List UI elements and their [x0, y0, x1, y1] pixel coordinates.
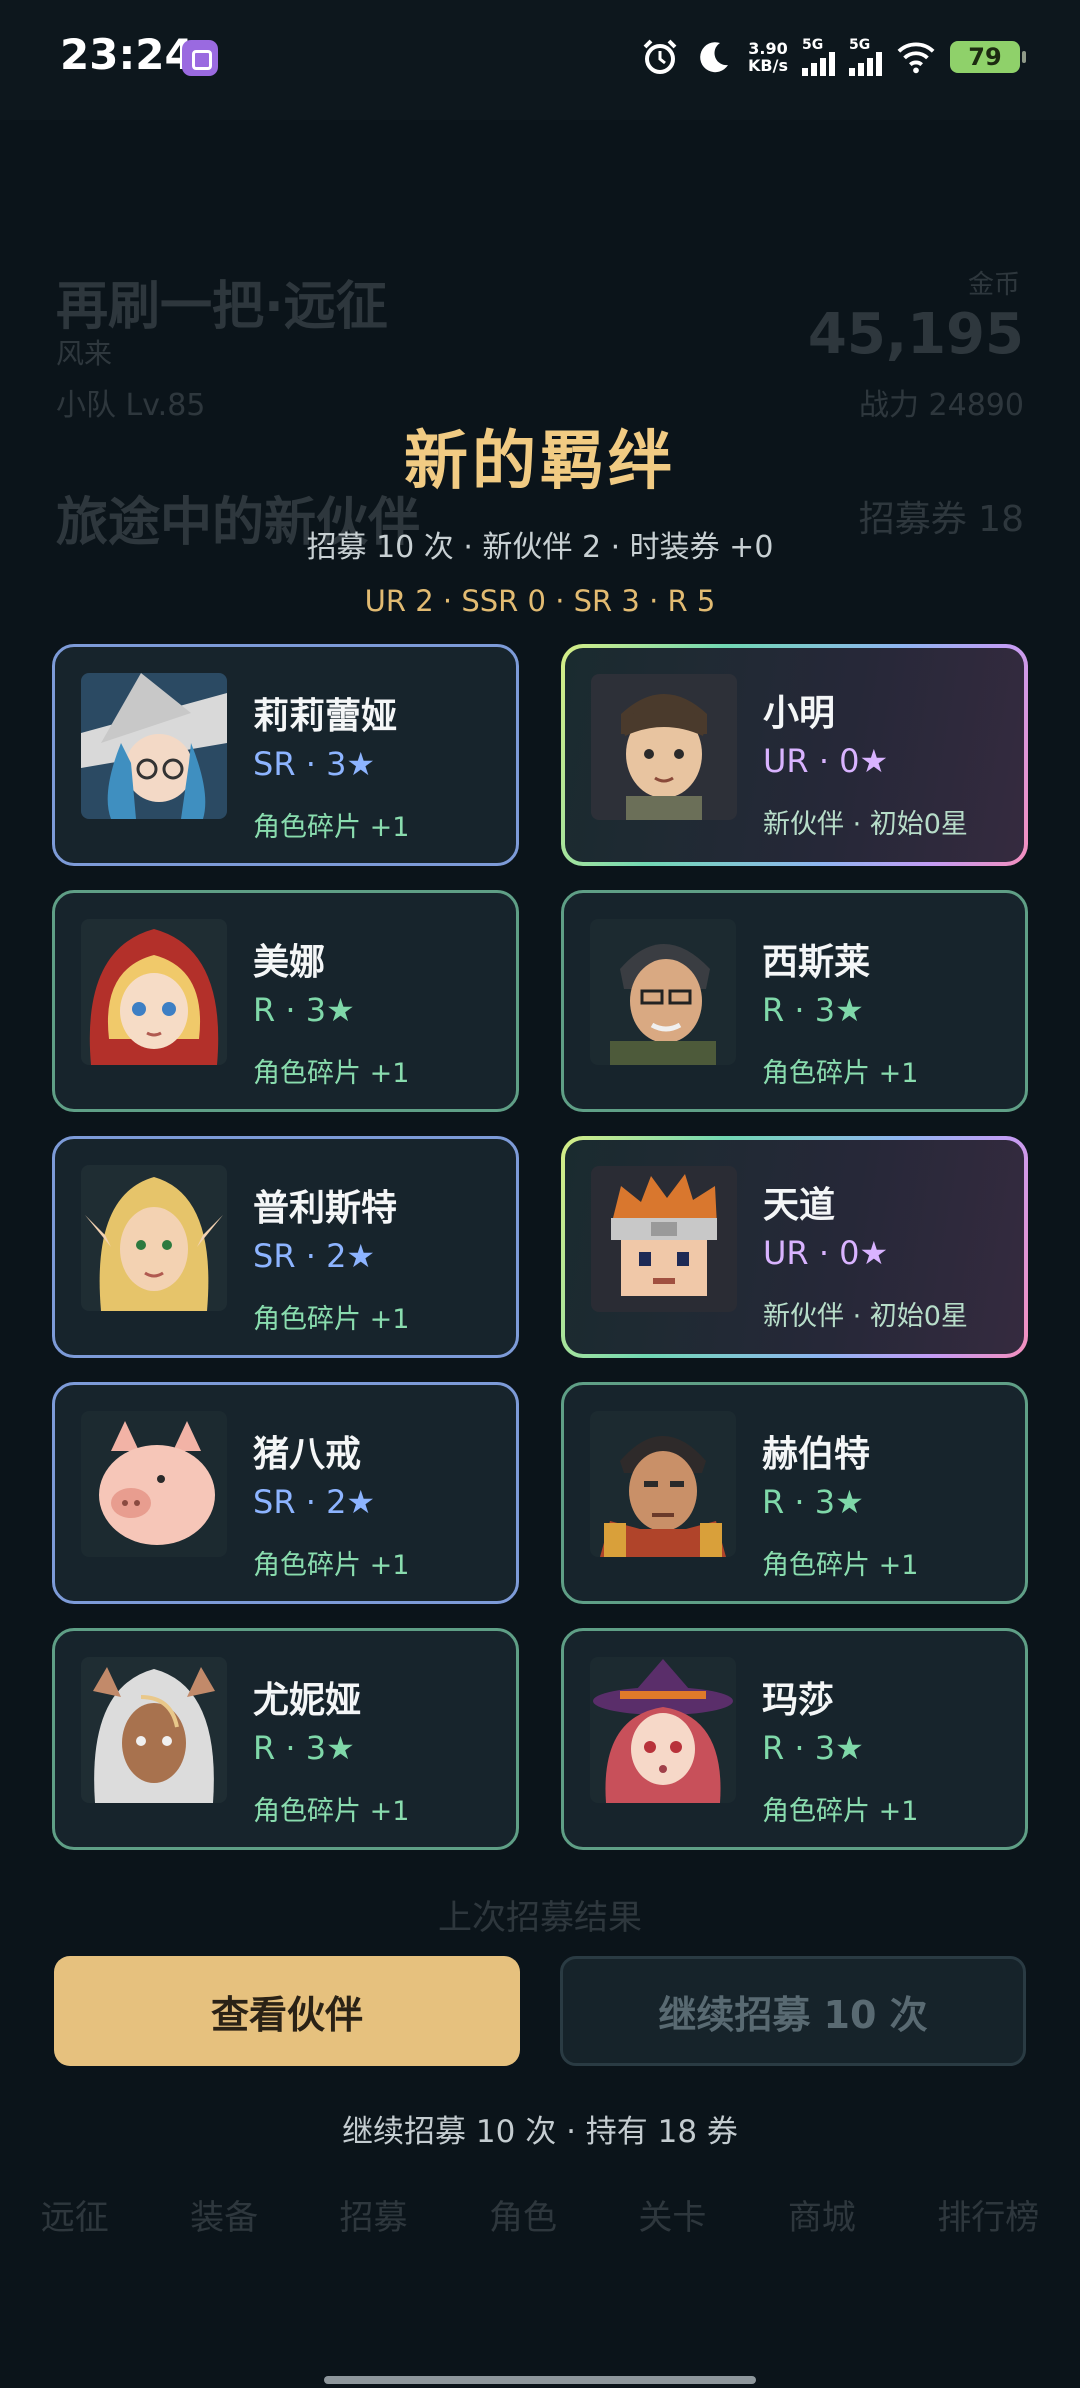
- partner-name: 美娜: [253, 942, 326, 983]
- partner-name: 天道: [763, 1185, 836, 1226]
- glasses-man-portrait-icon: [590, 919, 736, 1065]
- signal-sim1: 5G: [802, 38, 835, 76]
- bg-bottom-nav: 远征 装备 招募 角色 关卡 商城 排行榜: [0, 2190, 1080, 2239]
- partner-note: 角色碎片 +1: [253, 1304, 410, 1335]
- partner-card[interactable]: 西斯莱 R · 3★ 角色碎片 +1: [561, 890, 1028, 1112]
- partner-name: 莉莉蕾娅: [253, 696, 398, 737]
- white-hair-girl-portrait-icon: [81, 1657, 227, 1803]
- bg-title: 再刷一把·远征: [56, 277, 388, 337]
- partner-name: 玛莎: [762, 1680, 835, 1721]
- partner-note: 角色碎片 +1: [253, 812, 410, 843]
- partner-name: 猪八戒: [253, 1434, 362, 1475]
- partner-rank: R · 3★: [762, 991, 864, 1029]
- partner-card[interactable]: 尤妮娅 R · 3★ 角色碎片 +1: [52, 1628, 519, 1850]
- hood-girl-portrait-icon: [81, 919, 227, 1065]
- bg-last-result: 上次招募结果: [438, 1898, 642, 1938]
- partner-card[interactable]: 普利斯特 SR · 2★ 角色碎片 +1: [52, 1136, 519, 1358]
- partner-rank: SR · 3★: [253, 745, 376, 783]
- partner-rank: SR · 2★: [253, 1237, 376, 1275]
- signal-bars-icon: [849, 52, 882, 76]
- partner-name: 尤妮娅: [253, 1680, 362, 1721]
- status-bar: 23:24 3.90 KB/s 5G 5G 79: [0, 0, 1080, 120]
- partner-rank: R · 3★: [253, 991, 355, 1029]
- partner-note: 角色碎片 +1: [253, 1796, 410, 1827]
- moon-icon: [694, 37, 734, 77]
- view-partners-button[interactable]: 查看伙伴: [54, 1956, 520, 2066]
- modal-title: 新的羁绊: [404, 425, 676, 499]
- partner-note: 角色碎片 +1: [253, 1550, 410, 1581]
- partner-note: 角色碎片 +1: [253, 1058, 410, 1089]
- bg-gold: 45,195: [807, 302, 1024, 367]
- partner-rank: R · 3★: [762, 1729, 864, 1767]
- partner-card[interactable]: 玛莎 R · 3★ 角色碎片 +1: [561, 1628, 1028, 1850]
- partner-name: 普利斯特: [253, 1188, 398, 1229]
- recruit-summary: 招募 10 次 · 新伙伴 2 · 时装券 +0: [306, 530, 774, 565]
- partner-name: 赫伯特: [762, 1434, 871, 1475]
- partner-card[interactable]: 猪八戒 SR · 2★ 角色碎片 +1: [52, 1382, 519, 1604]
- result-card-grid: 莉莉蕾娅 SR · 3★ 角色碎片 +1 小明 UR · 0★ 新伙伴 · 初始…: [52, 644, 1028, 1850]
- bg-nav-item: 远征: [40, 2198, 109, 2238]
- partner-rank: UR · 0★: [763, 1234, 889, 1272]
- bg-nav-item: 装备: [190, 2198, 259, 2238]
- partner-rank: R · 3★: [762, 1483, 864, 1521]
- battery-indicator: 79: [950, 41, 1026, 73]
- partner-card[interactable]: 小明 UR · 0★ 新伙伴 · 初始0星: [561, 644, 1028, 866]
- bg-nav-item: 商城: [787, 2198, 856, 2238]
- status-time: 23:24: [60, 30, 194, 79]
- partner-rank: R · 3★: [253, 1729, 355, 1767]
- rarity-summary: UR 2 · SSR 0 · SR 3 · R 5: [364, 584, 716, 618]
- ninja-portrait-icon: [591, 1166, 737, 1312]
- status-icons: 3.90 KB/s 5G 5G 79: [640, 34, 1026, 80]
- bg-nav-item: 招募: [339, 2198, 408, 2238]
- recruit-footer-note: 继续招募 10 次 · 持有 18 券: [342, 2114, 738, 2150]
- signal-bars-icon: [802, 52, 835, 76]
- hat-girl-portrait-icon: [590, 1657, 736, 1803]
- witch-portrait-icon: [81, 673, 227, 819]
- continue-recruit-button[interactable]: 继续招募 10 次: [560, 1956, 1026, 2066]
- partner-rank: SR · 2★: [253, 1483, 376, 1521]
- home-indicator[interactable]: [324, 2376, 756, 2384]
- wifi-icon: [896, 37, 936, 77]
- partner-note: 角色碎片 +1: [762, 1058, 919, 1089]
- partner-name: 西斯莱: [762, 942, 871, 983]
- bg-nav-item: 角色: [488, 2198, 557, 2238]
- boy-portrait-icon: [591, 674, 737, 820]
- net-speed: 3.90 KB/s: [748, 39, 788, 75]
- partner-note: 新伙伴 · 初始0星: [763, 1301, 968, 1332]
- partner-note: 角色碎片 +1: [762, 1550, 919, 1581]
- partner-card[interactable]: 莉莉蕾娅 SR · 3★ 角色碎片 +1: [52, 644, 519, 866]
- bg-nav-item: 关卡: [638, 2198, 707, 2238]
- partner-rank: UR · 0★: [763, 742, 889, 780]
- app-notification-icon: [182, 40, 218, 76]
- alarm-icon: [640, 37, 680, 77]
- partner-card[interactable]: 天道 UR · 0★ 新伙伴 · 初始0星: [561, 1136, 1028, 1358]
- bg-nav-item: 排行榜: [937, 2198, 1040, 2238]
- partner-card[interactable]: 赫伯特 R · 3★ 角色碎片 +1: [561, 1382, 1028, 1604]
- armored-man-portrait-icon: [590, 1411, 736, 1557]
- elf-portrait-icon: [81, 1165, 227, 1311]
- partner-note: 角色碎片 +1: [762, 1796, 919, 1827]
- signal-sim2: 5G: [849, 38, 882, 76]
- bg-gold-label: 金币: [967, 270, 1020, 300]
- partner-name: 小明: [763, 693, 836, 734]
- partner-note: 新伙伴 · 初始0星: [763, 809, 968, 840]
- partner-card[interactable]: 美娜 R · 3★ 角色碎片 +1: [52, 890, 519, 1112]
- pig-portrait-icon: [81, 1411, 227, 1557]
- bg-subtitle: 风来: [56, 337, 113, 370]
